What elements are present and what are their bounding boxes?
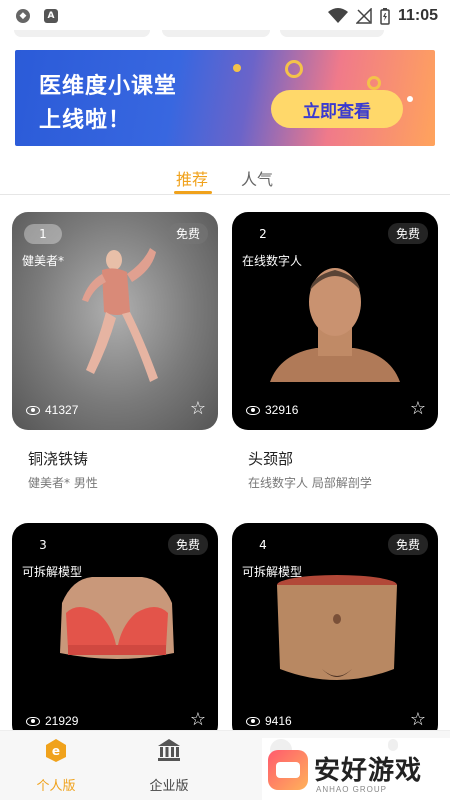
view-count: 21929 xyxy=(26,714,78,728)
model-card[interactable]: 1 免费 健美者* 41327 ☆ xyxy=(12,212,218,430)
free-badge: 免费 xyxy=(387,534,428,555)
no-signal-icon xyxy=(355,8,372,24)
eye-icon xyxy=(26,405,40,415)
tab-bar: 推荐 人气 xyxy=(0,160,450,196)
watermark-logo-icon xyxy=(268,750,308,790)
star-favorite-icon[interactable]: ☆ xyxy=(190,400,206,418)
nav-personal-edition[interactable]: e 个人版 xyxy=(16,737,96,794)
status-bar: ◆ A 11:05 xyxy=(0,0,450,32)
nav-label: 个人版 xyxy=(36,779,76,794)
head-neck-model-image xyxy=(270,268,400,382)
card-category: 可拆解模型 xyxy=(242,565,303,579)
rank-badge: 2 xyxy=(244,224,282,244)
model-card[interactable]: 2 免费 在线数字人 32916 ☆ xyxy=(232,212,438,430)
top-chip[interactable] xyxy=(14,30,150,37)
promo-banner[interactable]: 医维度小课堂 上线啦！ 立即查看 xyxy=(15,50,435,146)
bodybuilder-model-image xyxy=(82,248,158,382)
card-title[interactable]: 头颈部 xyxy=(248,448,293,469)
battery-icon xyxy=(380,7,390,25)
tab-recommended[interactable]: 推荐 xyxy=(176,166,208,190)
nav-enterprise-edition[interactable]: 企业版 xyxy=(129,737,209,794)
view-count: 9416 xyxy=(246,714,292,728)
top-chip-row xyxy=(14,30,436,38)
rank-badge: 3 xyxy=(24,535,62,555)
view-count-value: 41327 xyxy=(45,403,79,417)
enterprise-building-icon xyxy=(158,739,180,761)
rank-badge: 1 xyxy=(24,224,62,244)
nav-label: 企业版 xyxy=(149,779,189,794)
wifi-icon xyxy=(327,8,348,23)
tabs-divider xyxy=(0,194,450,195)
pelvis-model-image xyxy=(277,575,397,680)
star-favorite-icon[interactable]: ☆ xyxy=(190,711,206,729)
free-badge: 免费 xyxy=(167,223,208,244)
banner-title-line2: 上线啦！ xyxy=(39,108,132,133)
watermark-subtext: ANHAO GROUP xyxy=(316,785,388,794)
rank-badge: 4 xyxy=(244,535,282,555)
view-count: 32916 xyxy=(246,403,298,417)
banner-decoration xyxy=(233,64,241,72)
watermark-text: 安好游戏 xyxy=(314,756,423,786)
tab-popular[interactable]: 人气 xyxy=(241,166,273,190)
card-category: 健美者* xyxy=(22,254,65,268)
status-time: 11:05 xyxy=(397,7,438,24)
shield-icon: ◆ xyxy=(16,9,30,23)
watermark-overlay: 安好游戏 ANHAO GROUP xyxy=(262,738,450,800)
banner-title-line1: 医维度小课堂 xyxy=(39,74,178,99)
banner-decoration xyxy=(407,96,413,102)
free-badge: 免费 xyxy=(387,223,428,244)
a-icon: A xyxy=(44,9,58,23)
svg-text:e: e xyxy=(52,744,60,758)
model-card[interactable]: 3 免费 可拆解模型 21929 ☆ xyxy=(12,523,218,741)
card-category: 可拆解模型 xyxy=(22,565,83,579)
torso-model-image xyxy=(60,577,174,659)
model-card[interactable]: 4 免费 可拆解模型 9416 ☆ xyxy=(232,523,438,741)
banner-decoration xyxy=(285,60,303,78)
card-category: 在线数字人 xyxy=(242,254,303,268)
eye-icon xyxy=(26,716,40,726)
view-count: 41327 xyxy=(26,403,78,417)
eye-icon xyxy=(246,405,260,415)
star-favorite-icon[interactable]: ☆ xyxy=(410,400,426,418)
view-count-value: 32916 xyxy=(265,403,299,417)
star-favorite-icon[interactable]: ☆ xyxy=(410,711,426,729)
card-subtitle: 健美者* 男性 xyxy=(28,476,98,490)
free-badge: 免费 xyxy=(167,534,208,555)
top-chip[interactable] xyxy=(162,30,270,37)
banner-decoration xyxy=(367,76,381,90)
personal-edition-icon: e xyxy=(46,739,66,762)
view-now-button[interactable]: 立即查看 xyxy=(271,90,403,128)
card-subtitle: 在线数字人 局部解剖学 xyxy=(248,476,372,490)
eye-icon xyxy=(246,716,260,726)
top-chip[interactable] xyxy=(280,30,384,37)
card-title[interactable]: 铜浇铁铸 xyxy=(28,448,88,469)
view-count-value: 9416 xyxy=(265,714,292,728)
view-count-value: 21929 xyxy=(45,714,79,728)
